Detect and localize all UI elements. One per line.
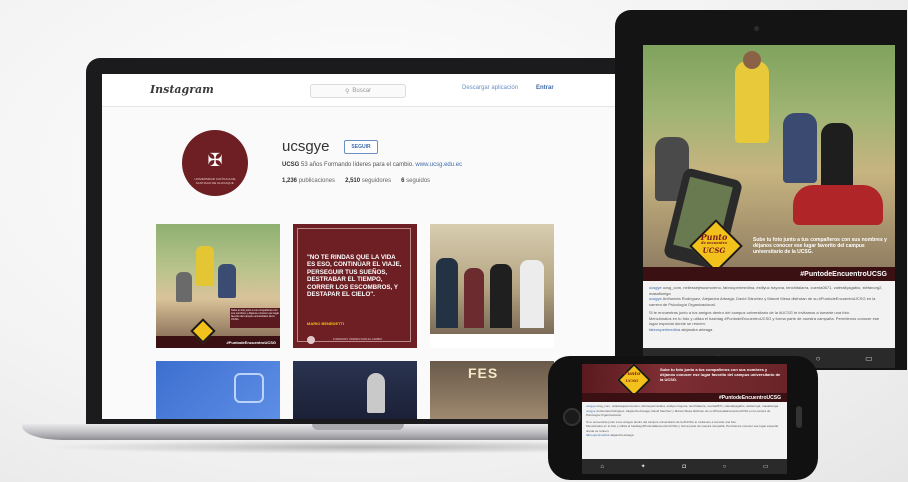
badge-brand: UCSG bbox=[702, 246, 726, 255]
post-tile-4[interactable] bbox=[156, 361, 280, 419]
post-tile-6[interactable]: FES bbox=[430, 361, 554, 419]
following-label[interactable]: seguidos bbox=[406, 178, 430, 184]
student-figure bbox=[735, 61, 769, 143]
app-icon bbox=[234, 373, 264, 403]
quote-text: "NO TE RINDAS QUE LA VIDA ES ESO, CONTIN… bbox=[307, 254, 402, 299]
explore-icon[interactable]: ✦ bbox=[641, 463, 646, 470]
comment-text: Si te encuentras junto a tus amigos dent… bbox=[586, 419, 737, 424]
profile-icon[interactable]: ▭ bbox=[865, 354, 873, 363]
post-hashtag: #PuntodeEncuentroUCSG bbox=[156, 336, 280, 348]
camera-icon[interactable]: ◘ bbox=[682, 464, 686, 470]
caption-band: Sube tu foto junto a tus compañeros con … bbox=[230, 308, 280, 328]
posts-count: 1,236 bbox=[282, 178, 298, 184]
university-crest-icon bbox=[307, 336, 315, 344]
comment-list: ucsgye ucsg_com, nellessejesusmoreno, fa… bbox=[586, 404, 782, 438]
comment-text: Menciónalos en tu foto y utiliza el hash… bbox=[586, 424, 778, 433]
comment-text: ucsg_com, nellessejesusmoreno, fabrouper… bbox=[596, 404, 779, 408]
profile-username: ucsgye bbox=[282, 138, 330, 155]
bio-link[interactable]: www.ucsg.edu.ec bbox=[415, 162, 462, 168]
comment: ucsgye Anthonela Rodríguez, Alejandra Ar… bbox=[649, 296, 889, 307]
student-figure bbox=[176, 272, 192, 302]
quote-footer: FORMANDO LÍDERES PARA EL CAMBIO bbox=[333, 338, 383, 341]
tablet-screen: Punto de encuentro UCSG Sube tu foto jun… bbox=[643, 45, 895, 368]
follow-button[interactable]: SEGUIR bbox=[344, 140, 378, 154]
home-button-icon[interactable] bbox=[563, 408, 581, 426]
search-input[interactable]: ⚲ Buscar bbox=[310, 84, 406, 98]
comment: Menciónalos en tu foto y utiliza el hash… bbox=[649, 316, 889, 327]
student-figure bbox=[464, 268, 484, 328]
comment-text: alejandra arteaga bbox=[610, 433, 634, 437]
activity-icon[interactable]: ○ bbox=[723, 464, 727, 470]
red-backpack bbox=[793, 185, 883, 225]
comment: fabrouperimedina alejandra arteaga bbox=[586, 433, 782, 438]
followers-label[interactable]: seguidores bbox=[362, 178, 391, 184]
quote-author: MARIO BENEDETTI bbox=[307, 321, 345, 326]
student-figure bbox=[520, 260, 544, 328]
download-app-link[interactable]: Descargar aplicación bbox=[462, 85, 518, 91]
comment: ucsgye ucsg_com, nellessejesusmoreno, fa… bbox=[649, 285, 889, 296]
student-figure bbox=[196, 246, 214, 286]
comment-user[interactable]: fabrouperimedina bbox=[649, 327, 680, 332]
campaign-caption: Sube tu foto junto a tus compañeros con … bbox=[753, 237, 887, 255]
post-tile-5[interactable] bbox=[293, 361, 417, 419]
post-caption: Sube tu foto junto a tus compañeros con … bbox=[231, 309, 280, 321]
search-icon: ⚲ bbox=[344, 88, 350, 95]
bio-name: UCSG bbox=[282, 162, 300, 168]
login-link[interactable]: Entrar bbox=[536, 85, 554, 91]
tab-bar: ⌂ ✦ ◘ ○ ▭ bbox=[582, 459, 787, 474]
comment-text: Si te encuentras junto a tus amigos dent… bbox=[649, 310, 850, 315]
post-tile-1[interactable]: Sube tu foto junto a tus compañeros con … bbox=[156, 224, 280, 348]
instagram-logo[interactable]: Instagram bbox=[150, 83, 214, 96]
profile-icon[interactable]: ▭ bbox=[763, 463, 769, 470]
comment-user[interactable]: ucsgye bbox=[586, 409, 596, 413]
statue-figure bbox=[367, 373, 385, 413]
comment-text: Anthonela Rodríguez, Alejandra Arteaga, … bbox=[649, 296, 876, 307]
search-placeholder: Buscar bbox=[352, 88, 372, 94]
comment-list: ucsgye ucsg_com, nellessejesusmoreno, fa… bbox=[649, 285, 889, 332]
laptop-screen: Instagram ⚲ Buscar Descargar aplicación … bbox=[102, 74, 615, 419]
student-figure bbox=[218, 264, 236, 298]
post-tile-3[interactable] bbox=[430, 224, 554, 348]
comment-text: Anthonela Rodríguez, Alejandra Arteaga, … bbox=[586, 408, 771, 418]
banner-text: FES bbox=[468, 365, 499, 381]
student-figure bbox=[783, 113, 817, 183]
campaign-hashtag: #PuntodeEncuentroUCSG bbox=[582, 393, 787, 402]
profile-stats: 1,236 publicaciones 2,510 seguidores 6 s… bbox=[282, 178, 430, 184]
avatar-caption: UNIVERSIDAD CATÓLICA DE SANTIAGO DE GUAY… bbox=[194, 177, 236, 185]
student-figure bbox=[490, 264, 512, 328]
tablet-camera bbox=[754, 26, 759, 31]
phone-screen: Punto UCSG Sube tu foto junto a tus comp… bbox=[582, 364, 787, 474]
badge-title: Punto bbox=[700, 232, 728, 242]
comment-text: ucsg_com, nellessejesusmoreno, fabrouper… bbox=[649, 285, 883, 296]
post-tile-2[interactable]: "NO TE RINDAS QUE LA VIDA ES ESO, CONTIN… bbox=[293, 224, 417, 348]
comment-user[interactable]: ucsgye bbox=[649, 285, 662, 290]
campaign-hashtag: #PuntodeEncuentroUCSG bbox=[643, 267, 895, 281]
comment: Menciónalos en tu foto y utiliza el hash… bbox=[586, 424, 782, 433]
comment-user[interactable]: ucsgye bbox=[649, 296, 662, 301]
activity-icon[interactable]: ○ bbox=[816, 354, 821, 363]
university-crest-icon: ✠ bbox=[207, 150, 223, 170]
comment-user[interactable]: fabrouperimedina bbox=[586, 433, 609, 437]
bio-text: 53 años Formando líderes para el cambio. bbox=[301, 162, 414, 168]
student-head bbox=[743, 51, 761, 69]
photo-footer bbox=[430, 334, 554, 348]
posts-label: publicaciones bbox=[298, 178, 336, 184]
badge-brand: UCSG bbox=[625, 378, 639, 383]
profile-bio: UCSG 53 años Formando líderes para el ca… bbox=[282, 162, 462, 168]
home-icon[interactable]: ⌂ bbox=[600, 464, 604, 470]
campaign-caption: Sube tu foto junto a tus compañeros con … bbox=[660, 367, 781, 382]
comment-text: alejandra arteaga bbox=[681, 326, 713, 332]
comment-text: Menciónalos en tu foto y utiliza el hash… bbox=[649, 315, 880, 327]
comment: ucsgye Anthonela Rodríguez, Alejandra Ar… bbox=[586, 409, 782, 418]
followers-count[interactable]: 2,510 bbox=[345, 178, 360, 184]
phone-speaker bbox=[796, 406, 802, 428]
badge-title: Punto bbox=[623, 371, 641, 377]
comment-user[interactable]: ucsgye bbox=[586, 404, 596, 408]
student-figure bbox=[821, 123, 853, 189]
comment: fabrouperimedina alejandra arteaga bbox=[649, 327, 889, 333]
following-count[interactable]: 6 bbox=[401, 178, 404, 184]
student-figure bbox=[436, 258, 458, 328]
badge-subtitle: de encuentro bbox=[701, 241, 727, 245]
laptop-notch bbox=[312, 424, 404, 430]
